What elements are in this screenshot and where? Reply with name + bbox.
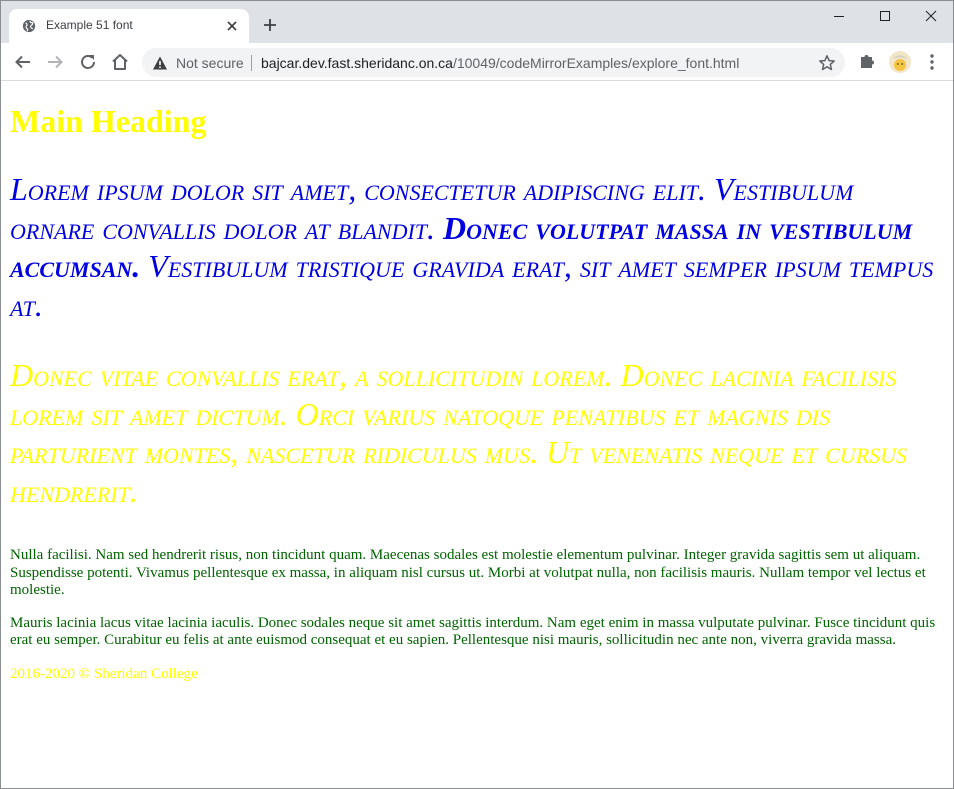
puzzle-icon[interactable] bbox=[858, 52, 876, 70]
plus-icon[interactable] bbox=[261, 16, 279, 34]
window-close-icon bbox=[925, 10, 937, 22]
warning-icon[interactable] bbox=[152, 55, 168, 71]
minimize-button[interactable] bbox=[816, 1, 862, 31]
tab-title: Example 51 font bbox=[46, 18, 133, 32]
avatar[interactable] bbox=[889, 51, 911, 73]
address-bar[interactable]: Not secure bajcar.dev.fast.sheridanc.on.… bbox=[142, 48, 845, 77]
page-content: Main Heading Lorem ipsum dolor sit amet,… bbox=[10, 81, 938, 683]
browser-toolbar: Not secure bajcar.dev.fast.sheridanc.on.… bbox=[1, 43, 953, 81]
browser-tab[interactable]: Example 51 font bbox=[9, 9, 249, 43]
url-path: /10049/codeMirrorExamples/explore_font.h… bbox=[452, 55, 740, 71]
forward-arrow-icon[interactable] bbox=[45, 52, 65, 72]
star-icon[interactable] bbox=[818, 54, 836, 72]
globe-icon bbox=[22, 19, 36, 33]
paragraph-small-caps-blue: Lorem ipsum dolor sit amet, consectetur … bbox=[10, 170, 938, 324]
copyright-footer: 2016-2020 © Sheridan College bbox=[10, 665, 198, 682]
home-icon[interactable] bbox=[110, 52, 130, 72]
window-close-button[interactable] bbox=[908, 1, 953, 31]
browser-window: Example 51 font Not secure bajcar.dev.fa… bbox=[0, 0, 954, 789]
close-icon[interactable] bbox=[225, 19, 239, 33]
address-divider bbox=[251, 55, 252, 71]
page-viewport: Main Heading Lorem ipsum dolor sit amet,… bbox=[1, 81, 953, 788]
kebab-menu-icon[interactable] bbox=[923, 52, 941, 72]
url-host: bajcar.dev.fast.sheridanc.on.ca bbox=[261, 55, 453, 71]
security-label[interactable]: Not secure bbox=[176, 55, 244, 71]
url-text[interactable]: bajcar.dev.fast.sheridanc.on.ca/10049/co… bbox=[261, 55, 739, 71]
reload-icon[interactable] bbox=[78, 52, 98, 72]
minimize-icon bbox=[834, 16, 844, 17]
main-heading: Main Heading bbox=[10, 103, 207, 139]
paragraph-green-1: Nulla facilisi. Nam sed hendrerit risus,… bbox=[10, 547, 926, 598]
para1-text-end: Vestibulum tristique gravida erat, sit a… bbox=[10, 248, 934, 323]
paragraph-small-caps-yellow: Donec vitae convallis erat, a sollicitud… bbox=[10, 357, 908, 509]
tab-strip: Example 51 font bbox=[1, 1, 953, 43]
maximize-button[interactable] bbox=[862, 1, 908, 31]
avatar-face-icon bbox=[889, 51, 911, 73]
paragraph-green-2: Mauris lacinia lacus vitae lacinia iacul… bbox=[10, 614, 936, 649]
back-arrow-icon[interactable] bbox=[13, 52, 33, 72]
maximize-icon bbox=[880, 11, 890, 21]
